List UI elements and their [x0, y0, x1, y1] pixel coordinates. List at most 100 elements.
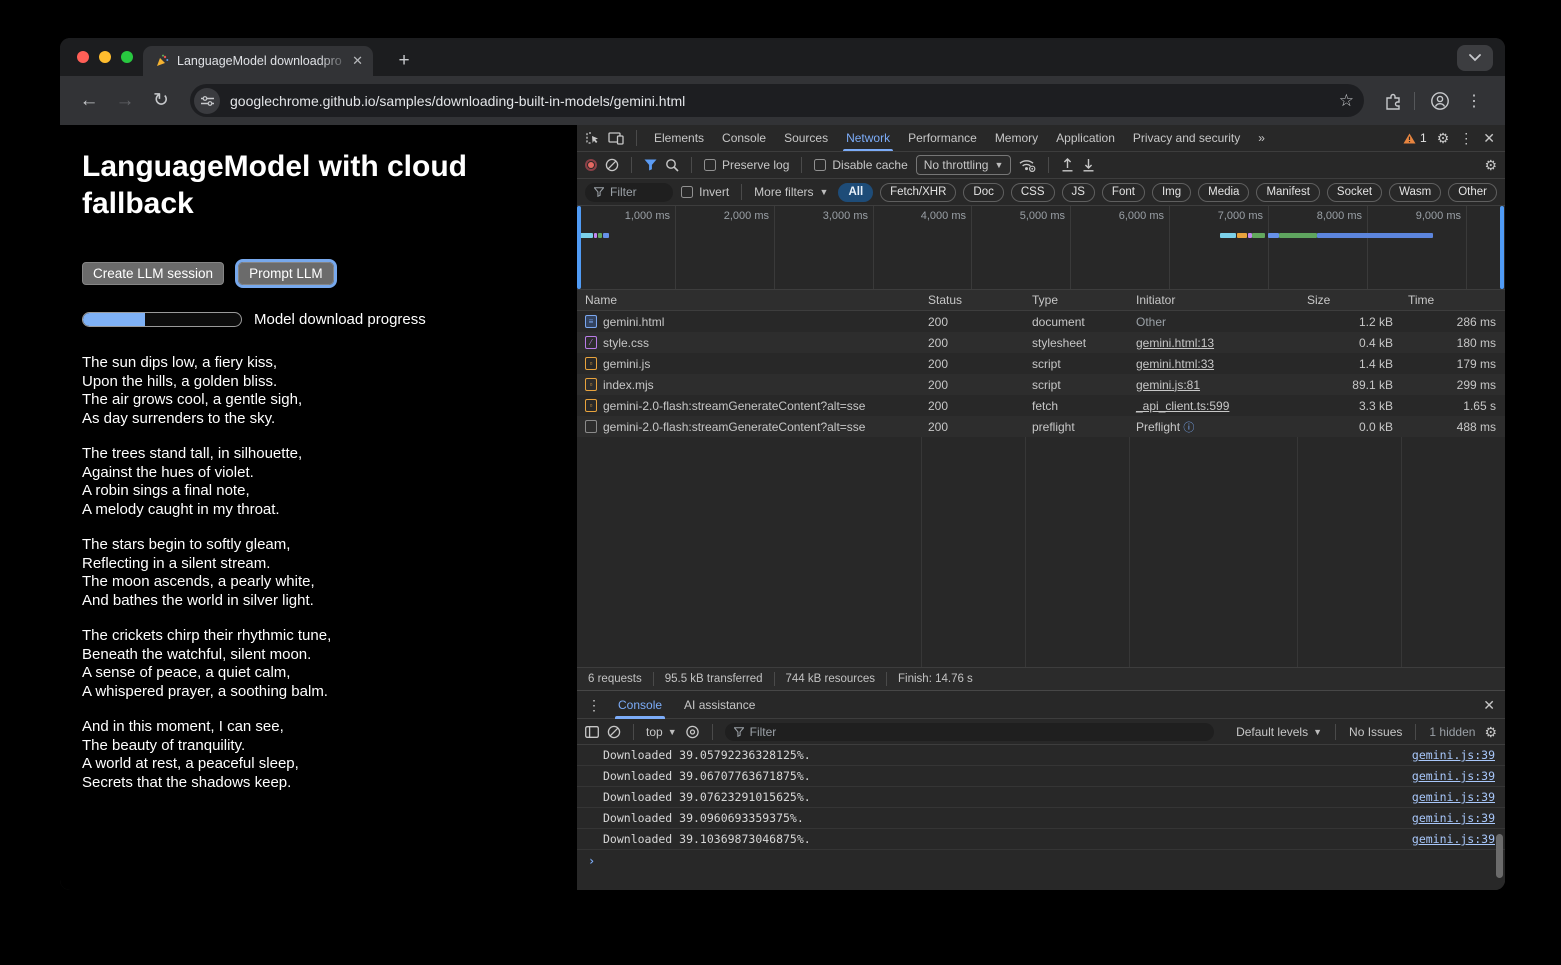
tab-memory[interactable]: Memory [986, 125, 1047, 151]
filter-chip-all[interactable]: All [838, 183, 873, 202]
filter-funnel-icon[interactable] [644, 159, 657, 171]
console-message[interactable]: Downloaded 39.07623291015625%.gemini.js:… [577, 787, 1505, 808]
back-icon[interactable]: ← [74, 86, 104, 116]
devtools-settings-gear-icon[interactable]: ⚙ [1437, 131, 1450, 145]
console-source-link[interactable]: gemini.js:39 [1412, 790, 1495, 804]
drawer-tab-ai-assistance[interactable]: AI assistance [673, 691, 766, 719]
default-levels-dropdown[interactable]: Default levels▼ [1236, 725, 1322, 739]
tab-network[interactable]: Network [837, 125, 899, 151]
network-conditions-icon[interactable] [1019, 159, 1036, 172]
request-row[interactable]: gemini-2.0-flash:streamGenerateContent?a… [577, 416, 1505, 437]
initiator-link[interactable]: gemini.html:13 [1136, 336, 1214, 350]
bookmark-star-icon[interactable]: ☆ [1339, 91, 1354, 111]
tab-application[interactable]: Application [1047, 125, 1124, 151]
forward-icon[interactable]: → [110, 86, 140, 116]
import-har-icon[interactable] [1061, 158, 1074, 172]
column-header-name[interactable]: Name [577, 293, 921, 307]
filter-chip-doc[interactable]: Doc [963, 183, 1003, 202]
create-llm-session-button[interactable]: Create LLM session [82, 262, 224, 285]
network-overview-timeline[interactable]: 1,000 ms 2,000 ms 3,000 ms 4,000 ms 5,00… [577, 206, 1505, 290]
initiator-link[interactable]: gemini.html:33 [1136, 357, 1214, 371]
devtools-menu-icon[interactable]: ⋮ [1459, 131, 1473, 145]
initiator-link[interactable]: _api_client.ts:599 [1136, 399, 1229, 413]
console-source-link[interactable]: gemini.js:39 [1412, 811, 1495, 825]
tab-close-icon[interactable]: ✕ [350, 53, 365, 69]
filter-chip-css[interactable]: CSS [1011, 183, 1055, 202]
browser-menu-icon[interactable]: ⋮ [1459, 86, 1489, 116]
console-settings-gear-icon[interactable]: ⚙ [1484, 725, 1497, 739]
no-issues-label[interactable]: No Issues [1349, 725, 1402, 739]
console-sidebar-icon[interactable] [585, 726, 599, 738]
request-row[interactable]: ⁄style.css 200 stylesheet gemini.html:13… [577, 332, 1505, 353]
network-settings-gear-icon[interactable]: ⚙ [1484, 158, 1497, 172]
clear-network-log-icon[interactable] [605, 158, 619, 172]
column-header-status[interactable]: Status [921, 293, 1025, 307]
filter-chip-font[interactable]: Font [1102, 183, 1145, 202]
filter-chip-fetchxhr[interactable]: Fetch/XHR [880, 183, 956, 202]
devtools-close-icon[interactable]: ✕ [1483, 131, 1495, 145]
console-source-link[interactable]: gemini.js:39 [1412, 748, 1495, 762]
filter-chip-js[interactable]: JS [1062, 183, 1095, 202]
overview-right-handle[interactable] [1500, 206, 1504, 289]
warning-badge[interactable]: 1 [1403, 131, 1427, 145]
initiator-link[interactable]: gemini.js:81 [1136, 378, 1200, 392]
console-message[interactable]: Downloaded 39.10369873046875%.gemini.js:… [577, 829, 1505, 850]
filter-chip-img[interactable]: Img [1152, 183, 1191, 202]
new-tab-button[interactable]: + [390, 47, 418, 75]
filter-chip-socket[interactable]: Socket [1327, 183, 1382, 202]
live-expression-eye-icon[interactable] [685, 725, 700, 739]
close-window-button[interactable] [77, 51, 89, 63]
export-har-icon[interactable] [1082, 158, 1095, 172]
search-icon[interactable] [665, 158, 679, 172]
request-row[interactable]: ▫gemini.js 200 script gemini.html:33 1.4… [577, 353, 1505, 374]
network-filter-input[interactable]: Filter [585, 183, 673, 202]
tab-performance[interactable]: Performance [899, 125, 986, 151]
preserve-log-checkbox[interactable]: Preserve log [704, 158, 789, 172]
site-settings-icon[interactable] [194, 88, 220, 114]
throttling-dropdown[interactable]: No throttling▼ [916, 155, 1012, 175]
overview-left-handle[interactable] [577, 206, 581, 289]
tab-elements[interactable]: Elements [645, 125, 713, 151]
inspect-element-icon[interactable] [585, 131, 600, 146]
hidden-messages-label[interactable]: 1 hidden [1429, 725, 1475, 739]
more-tabs-chevron[interactable]: » [1249, 125, 1274, 151]
prompt-llm-button[interactable]: Prompt LLM [238, 262, 334, 285]
console-source-link[interactable]: gemini.js:39 [1412, 769, 1495, 783]
drawer-close-icon[interactable]: ✕ [1483, 698, 1495, 712]
filter-chip-wasm[interactable]: Wasm [1389, 183, 1441, 202]
request-row[interactable]: ▫index.mjs 200 script gemini.js:81 89.1 … [577, 374, 1505, 395]
drawer-menu-icon[interactable]: ⋮ [587, 698, 601, 712]
clear-console-icon[interactable] [607, 725, 621, 739]
console-context-dropdown[interactable]: top▼ [646, 725, 677, 739]
column-header-initiator[interactable]: Initiator [1129, 293, 1297, 307]
address-bar[interactable]: googlechrome.github.io/samples/downloadi… [190, 84, 1364, 117]
console-prompt[interactable]: › [577, 850, 1505, 872]
request-row[interactable]: ≡gemini.html 200 document Other 1.2 kB 2… [577, 311, 1505, 332]
column-header-size[interactable]: Size [1297, 293, 1401, 307]
disable-cache-checkbox[interactable]: Disable cache [814, 158, 907, 172]
console-message[interactable]: Downloaded 39.05792236328125%.gemini.js:… [577, 745, 1505, 766]
invert-checkbox[interactable]: Invert [681, 185, 729, 199]
tab-sources[interactable]: Sources [775, 125, 837, 151]
filter-chip-media[interactable]: Media [1198, 183, 1249, 202]
tab-console[interactable]: Console [713, 125, 775, 151]
filter-chip-other[interactable]: Other [1448, 183, 1497, 202]
console-message[interactable]: Downloaded 39.0960693359375%.gemini.js:3… [577, 808, 1505, 829]
tab-search-button[interactable] [1457, 45, 1493, 71]
more-filters-dropdown[interactable]: More filters▼ [754, 185, 828, 199]
console-scrollbar[interactable] [1496, 834, 1503, 878]
zoom-window-button[interactable] [121, 51, 133, 63]
device-toolbar-icon[interactable] [608, 131, 624, 145]
extensions-puzzle-icon[interactable] [1378, 86, 1408, 116]
reload-icon[interactable]: ↻ [146, 86, 176, 116]
preflight-info-icon[interactable]: ⓘ [1183, 422, 1194, 434]
column-header-time[interactable]: Time [1401, 293, 1504, 307]
drawer-tab-console[interactable]: Console [607, 691, 673, 719]
filter-chip-manifest[interactable]: Manifest [1256, 183, 1319, 202]
profile-avatar-icon[interactable] [1425, 86, 1455, 116]
request-row[interactable]: ▫gemini-2.0-flash:streamGenerateContent?… [577, 395, 1505, 416]
tab-privacy-security[interactable]: Privacy and security [1124, 125, 1249, 151]
browser-tab[interactable]: LanguageModel downloadpro ✕ [143, 46, 373, 76]
column-header-type[interactable]: Type [1025, 293, 1129, 307]
console-source-link[interactable]: gemini.js:39 [1412, 832, 1495, 846]
